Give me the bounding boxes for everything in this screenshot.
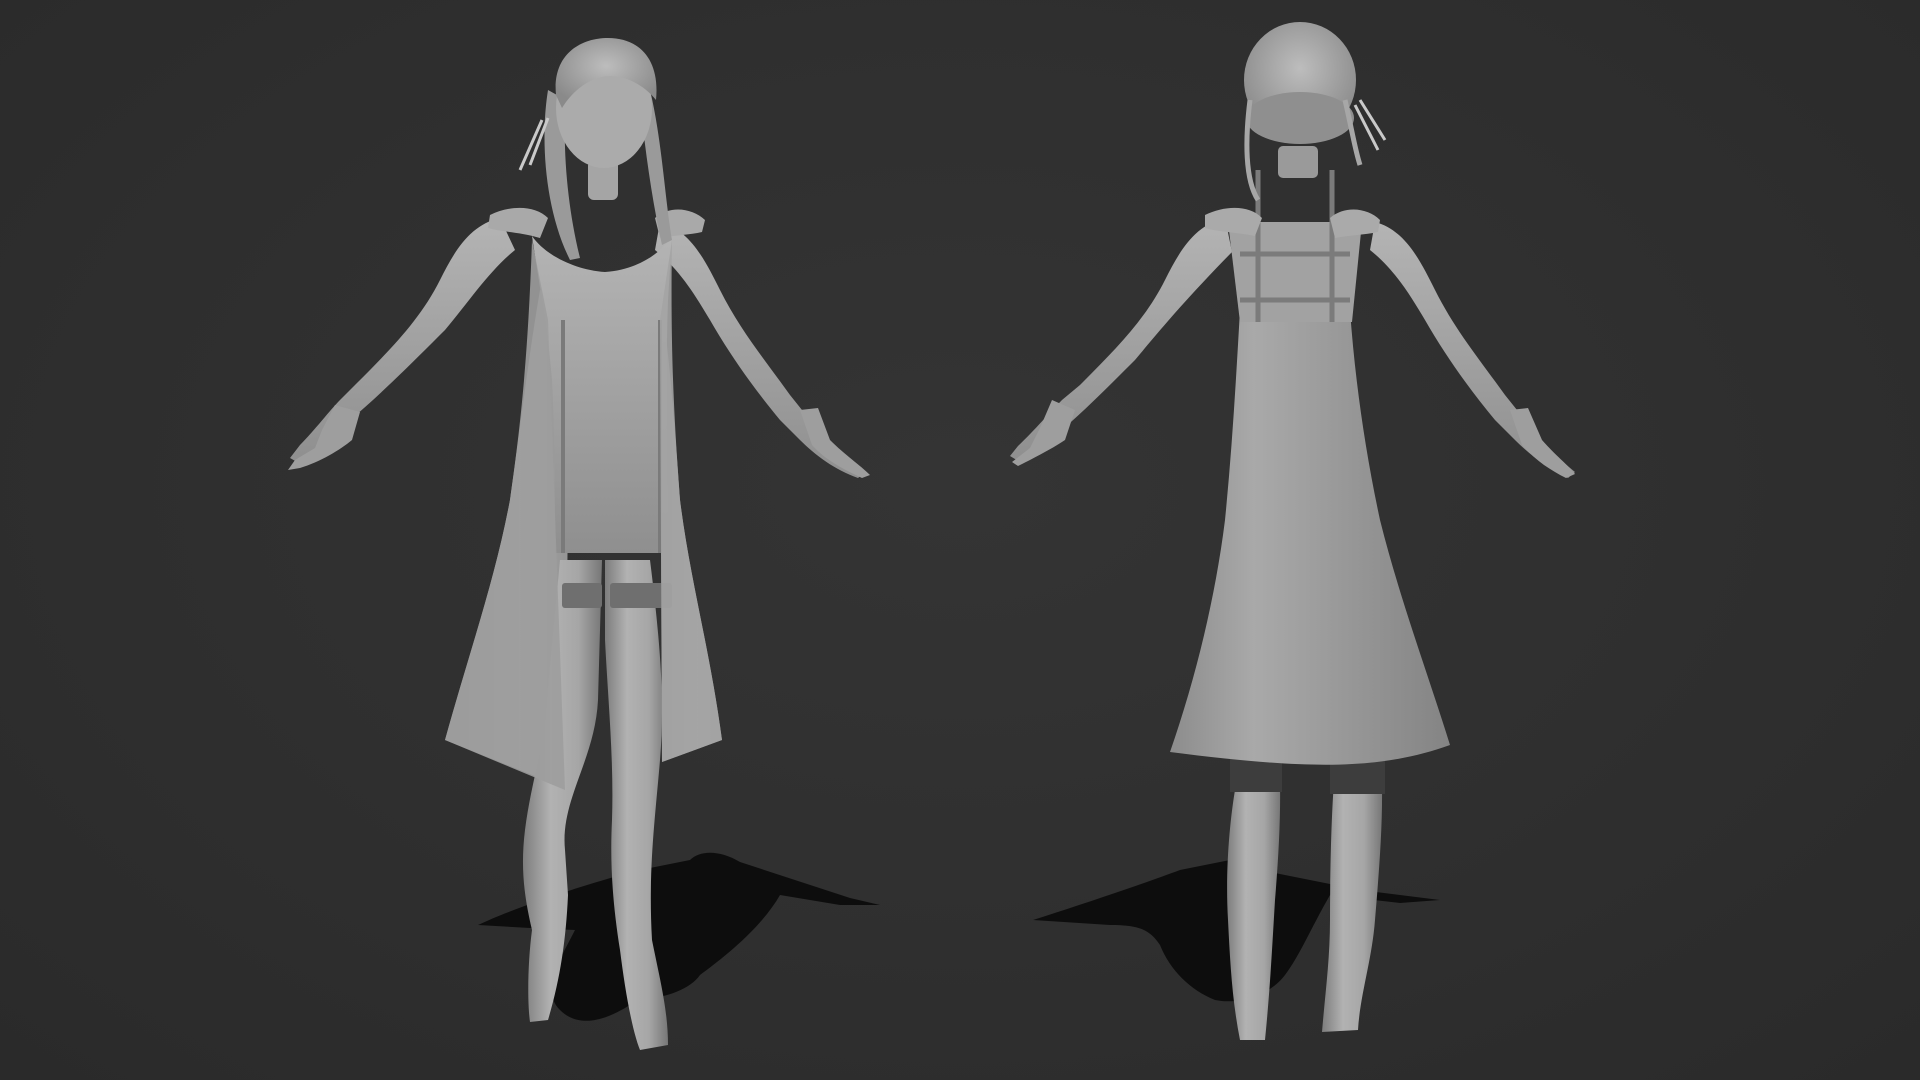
back-shoulder-right [1330,209,1380,238]
back-right-arm [1370,222,1575,478]
front-right-arm [655,222,865,478]
back-collar [1278,146,1318,178]
front-hair-pin [518,117,550,171]
front-thigh-strap-left [562,583,602,608]
front-left-arm [290,218,515,462]
render-canvas [288,22,1575,1050]
back-hair-bun [1246,92,1354,144]
back-left-hand [1012,400,1075,466]
back-dress [1170,310,1450,765]
front-coat-flap-left [445,240,565,790]
back-figure [1010,22,1575,1040]
front-figure [288,38,880,1050]
front-left-hand [288,405,360,470]
back-hair-pin [1353,99,1387,151]
viewport [0,0,1920,1080]
back-bodice [1228,222,1362,322]
